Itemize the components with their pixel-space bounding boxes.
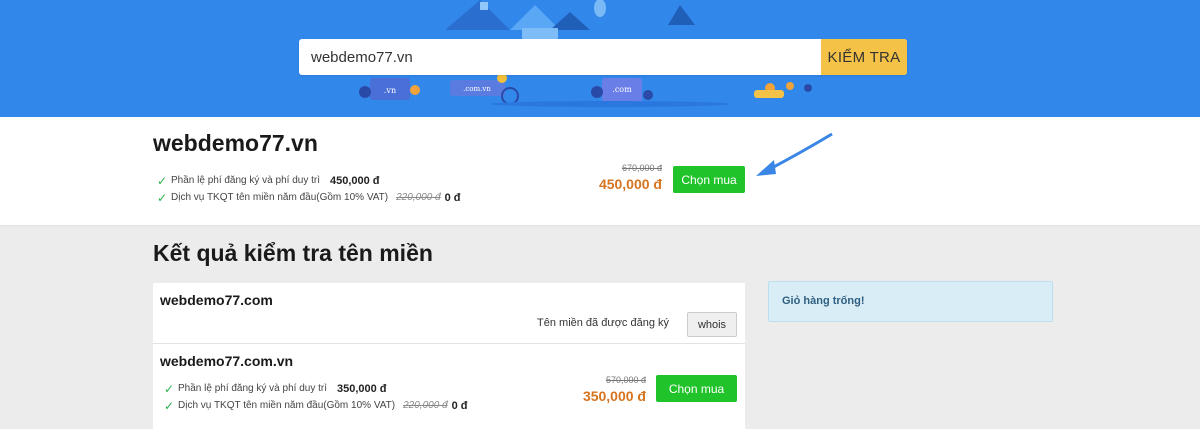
featured-price: 670,000 đ 450,000 đ (599, 163, 662, 192)
result-item: webdemo77.com.vn ✓ Phần lệ phí đăng ký v… (153, 344, 745, 429)
result-price: 570,000 đ 350,000 đ (583, 375, 646, 404)
result-features: ✓ Phần lệ phí đăng ký và phí duy trì 350… (164, 380, 468, 414)
feature-label: Dịch vụ TKQT tên miền năm đầu(Gồm 10% VA… (178, 400, 396, 411)
featured-domain-name: webdemo77.vn (153, 130, 318, 156)
check-domain-button[interactable]: KIỂM TRA (821, 39, 907, 75)
domain-search-bar: KIỂM TRA (299, 39, 907, 75)
feature-row: ✓ Phần lệ phí đăng ký và phí duy trì 450… (157, 172, 461, 189)
feature-old-value: 220,000 đ (403, 400, 448, 411)
cart-panel: Giỏ hàng trống! (768, 281, 1053, 322)
featured-features: ✓ Phần lệ phí đăng ký và phí duy trì 450… (157, 172, 461, 206)
cart-empty-message: Giỏ hàng trống! (782, 295, 865, 307)
feature-label: Phần lệ phí đăng ký và phí duy trì (178, 383, 327, 394)
results-list: webdemo77.com Tên miền đã được đăng ký w… (153, 283, 745, 429)
pointer-arrow-icon (756, 132, 833, 176)
featured-buy-button[interactable]: Chọn mua (673, 166, 745, 193)
feature-label: Phần lệ phí đăng ký và phí duy trì (171, 175, 320, 186)
result-item: webdemo77.com Tên miền đã được đăng ký w… (153, 283, 745, 344)
check-icon: ✓ (157, 190, 168, 205)
price-old: 570,000 đ (605, 375, 646, 385)
result-domain-name: webdemo77.com (160, 292, 273, 308)
featured-result: webdemo77.vn ✓ Phần lệ phí đăng ký và ph… (0, 117, 1200, 226)
feature-label: Dịch vụ TKQT tên miền năm đầu(Gồm 10% VA… (171, 192, 389, 203)
feature-value: 0 đ (451, 399, 468, 412)
result-domain-name: webdemo77.com.vn (160, 353, 294, 369)
check-icon: ✓ (164, 381, 175, 396)
hero-banner: .vn .com.vn .com KIỂM TRA (0, 0, 1200, 117)
feature-row: ✓ Dịch vụ TKQT tên miền năm đầu(Gồm 10% … (164, 397, 468, 414)
svg-text:.vn: .vn (384, 86, 396, 95)
result-status: Tên miền đã được đăng ký (537, 317, 669, 329)
feature-value: 350,000 đ (336, 382, 387, 395)
feature-old-value: 220,000 đ (396, 192, 441, 203)
price-new: 350,000 đ (582, 388, 646, 404)
feature-row: ✓ Phần lệ phí đăng ký và phí duy trì 350… (164, 380, 468, 397)
svg-text:.com.vn: .com.vn (463, 85, 491, 93)
feature-value: 450,000 đ (329, 174, 380, 187)
price-old: 670,000 đ (621, 163, 662, 173)
whois-button[interactable]: whois (687, 312, 737, 337)
check-icon: ✓ (157, 173, 168, 188)
feature-row: ✓ Dịch vụ TKQT tên miền năm đầu(Gồm 10% … (157, 189, 461, 206)
result-buy-button[interactable]: Chọn mua (656, 375, 737, 402)
svg-text:.com: .com (612, 85, 632, 94)
check-icon: ✓ (164, 398, 175, 413)
feature-value: 0 đ (444, 191, 461, 204)
domain-search-input[interactable] (299, 39, 821, 75)
price-new: 450,000 đ (598, 176, 662, 192)
results-title: Kết quả kiểm tra tên miền (153, 240, 433, 266)
